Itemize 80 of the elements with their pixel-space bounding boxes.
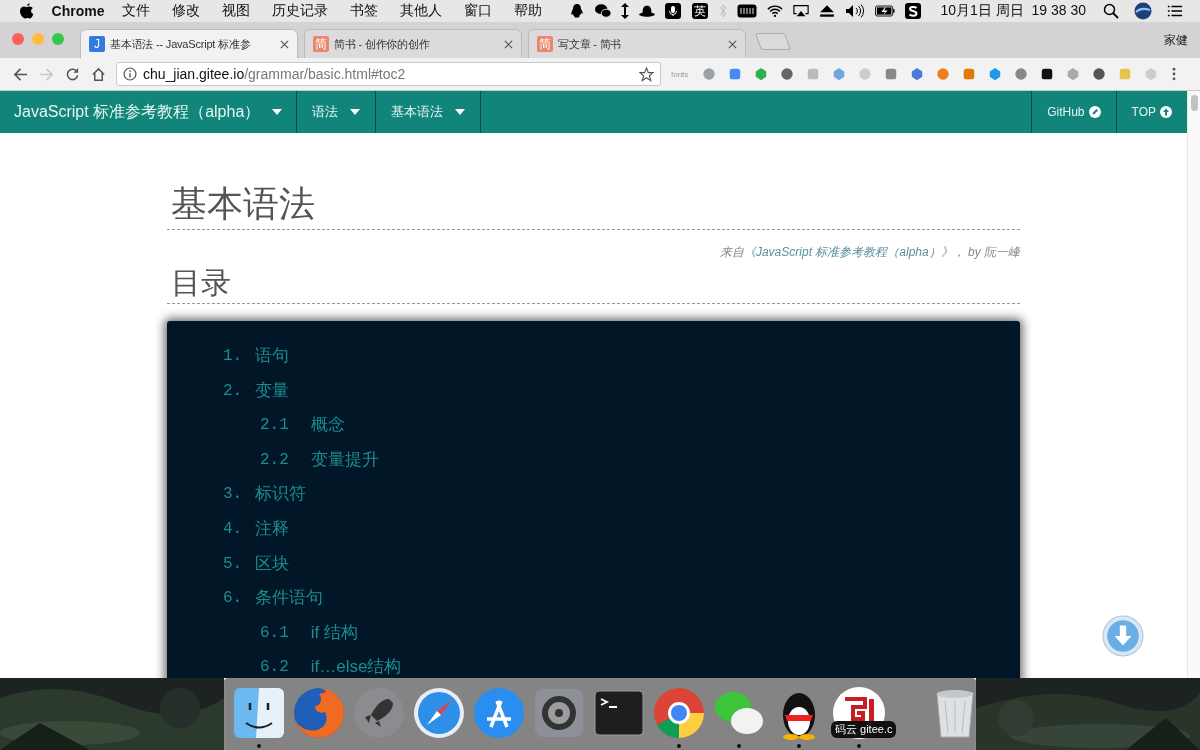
toc-link[interactable]: 3. 标识符 [223,477,307,512]
menu-icon[interactable] [1167,3,1183,19]
browser-tab[interactable]: 简 简书 - 创作你的创作 [304,29,522,58]
section-heading: 目录 [167,263,1020,304]
hat-icon[interactable] [639,3,656,19]
star-icon[interactable] [639,66,654,82]
close-icon[interactable] [280,39,289,49]
nav-menu[interactable]: 基本语法 [376,91,482,133]
chat-bubbles-icon[interactable] [595,3,612,19]
rocket-icon[interactable] [351,685,407,741]
back-arrow-icon[interactable] [13,66,28,82]
browser-tab[interactable]: J 基本语法 -- JavaScript 标准参 [80,29,298,58]
clock[interactable]: 10月1日 周日 19 38 30 [940,2,1086,20]
more-menu-icon[interactable] [1172,67,1177,81]
up-arrow-circle-icon [1160,106,1172,118]
app-menu[interactable]: Chrome [51,3,105,19]
eject-icon[interactable] [819,3,836,19]
favicon: 简 [537,36,553,52]
extension-icon[interactable] [1040,67,1055,81]
extension-icon[interactable] [1092,67,1107,81]
caret-icon [350,109,361,115]
page-title: 基本语法 [167,179,1020,230]
battery-icon[interactable] [875,3,896,19]
menu-item[interactable]: 历史记录 [272,2,329,20]
profile-name[interactable]: 家健 [1164,31,1188,49]
menu-item[interactable]: 修改 [172,2,201,20]
favicon: J [89,36,105,52]
brand-menu[interactable]: JavaScript 标准参考教程（alpha） [0,91,298,133]
s-logo-icon[interactable] [905,3,922,19]
tab-title: 写文章 - 简书 [558,36,623,52]
nav-link[interactable]: GitHub [1031,91,1116,133]
smiling-face-icon[interactable] [231,685,287,741]
toc-link[interactable]: 5. 区块 [223,546,290,582]
toc-link[interactable]: 6. 条件语句 [223,581,324,616]
menu-item[interactable]: 文件 [122,2,151,20]
pencil-a-icon[interactable] [471,685,527,741]
info-icon[interactable] [123,67,137,81]
input-method-indicator[interactable]: 英 [692,3,709,19]
toc-link[interactable]: 6.1 if 结构 [223,615,359,651]
book-link[interactable]: 《JavaScript 标准参考教程（alpha）》 [743,245,953,259]
caret-icon [455,109,466,115]
toc-link[interactable]: 2. 变量 [223,373,290,409]
scrollbar[interactable] [1187,91,1200,678]
pencil-circle-icon [1088,106,1101,118]
toc-link[interactable]: 4. 注释 [223,511,290,547]
menu-item[interactable]: 其他人 [400,2,443,20]
close-icon[interactable] [728,39,737,49]
app-tooltip: 码云 gitee.c [831,721,897,738]
display-icon[interactable] [793,3,810,19]
byline: 来自《JavaScript 标准参考教程（alpha）》， by 阮一峰 [718,244,1020,261]
globe-avatar-icon[interactable] [1134,2,1152,20]
caret-icon [272,109,283,115]
address-field[interactable]: chu_jian.gitee.io/grammar/basic.html#toc2 [116,62,661,86]
nav-menu[interactable]: 语法 [297,91,377,133]
tab-title: 简书 - 创作你的创作 [334,36,431,52]
toc-link[interactable]: 2.2 变量提升 [223,442,379,478]
menu-item[interactable]: 帮助 [514,2,543,20]
toc-link[interactable]: 1. 语句 [223,339,290,374]
ring-logo-icon[interactable] [651,685,707,741]
browser-tab[interactable]: 简 写文章 - 简书 [528,29,746,58]
compass-icon[interactable] [411,685,467,741]
toc-link[interactable]: 6.2 if…else结构 [223,650,402,678]
menu-item[interactable]: 窗口 [464,2,493,20]
menu-item[interactable]: 书签 [350,2,379,20]
close-icon[interactable] [504,39,513,49]
apple-icon[interactable] [20,3,34,19]
search-icon[interactable] [1103,3,1119,19]
volume-icon[interactable] [845,3,866,19]
home-icon[interactable] [91,66,106,82]
wifi-icon[interactable] [767,3,784,19]
extension-button[interactable]: fonts [671,69,689,79]
up-down-arrow-icon[interactable] [621,3,630,19]
url-text: chu_jian.gitee.io/grammar/basic.html#toc2 [143,66,407,82]
favicon: 简 [313,36,329,52]
toc-link[interactable]: 2.1 概念 [223,408,345,443]
reload-icon[interactable] [65,66,80,82]
menu-item[interactable]: 视图 [222,2,251,20]
keyboard-icon[interactable] [737,3,758,19]
tab-title: 基本语法 -- JavaScript 标准参 [110,36,252,52]
microphone-icon[interactable] [665,3,682,19]
